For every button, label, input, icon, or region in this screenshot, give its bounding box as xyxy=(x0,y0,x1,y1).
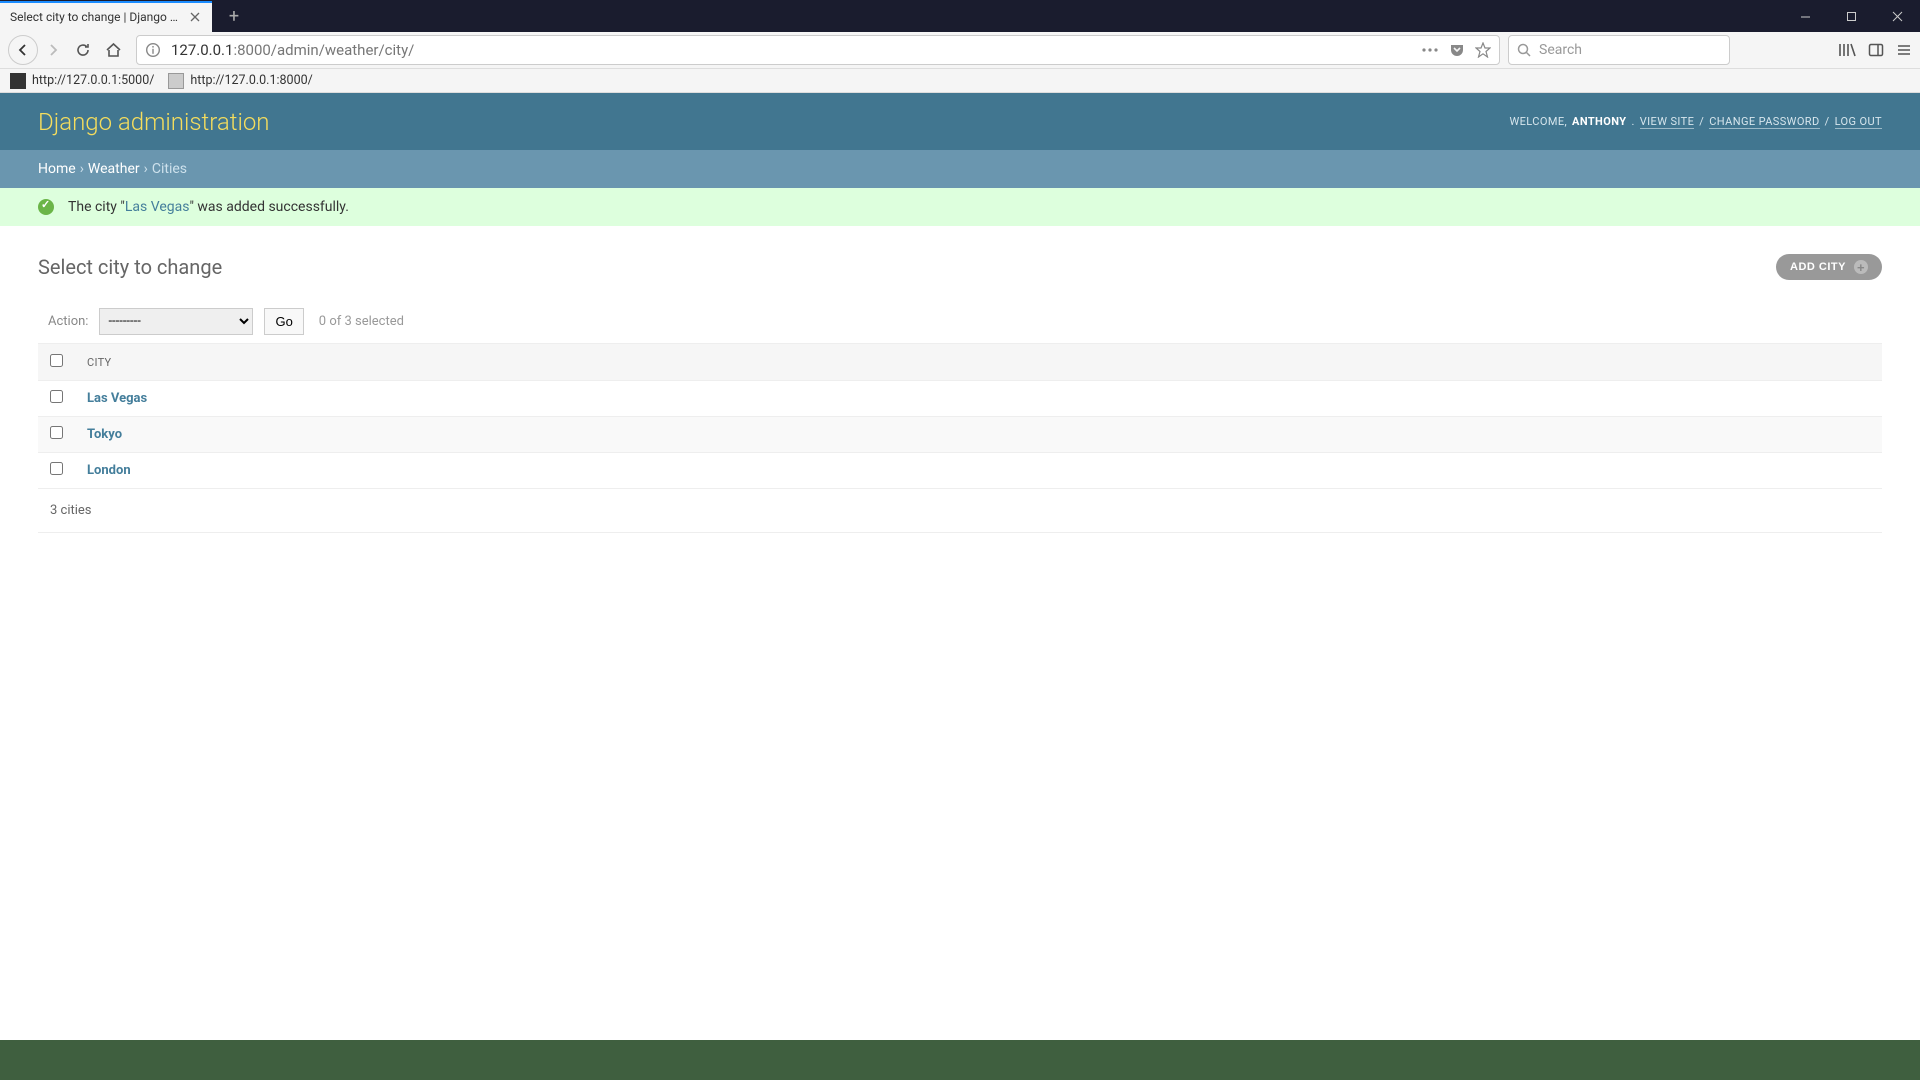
plus-icon: + xyxy=(1854,260,1868,274)
row-link[interactable]: London xyxy=(87,463,131,478)
browser-tab[interactable]: Select city to change | Django site a xyxy=(0,1,212,32)
menu-icon[interactable] xyxy=(1896,42,1912,58)
success-message: The city "Las Vegas" was added successfu… xyxy=(0,188,1920,226)
user-links: WELCOME, ANTHONY. VIEW SITE / CHANGE PAS… xyxy=(1510,115,1883,129)
bookmark-label: http://127.0.0.1:5000/ xyxy=(32,73,154,88)
row-link[interactable]: Las Vegas xyxy=(87,391,147,406)
logout-link[interactable]: LOG OUT xyxy=(1835,115,1882,129)
table-row: London xyxy=(38,453,1882,489)
row-checkbox[interactable] xyxy=(50,426,63,439)
window-maximize-button[interactable] xyxy=(1828,0,1874,32)
url-host: 127.0.0.1 xyxy=(171,41,233,59)
action-label: Action: xyxy=(48,314,88,329)
breadcrumb-current: Cities xyxy=(152,161,187,177)
nav-home-button[interactable] xyxy=(98,35,128,65)
bookmark-label: http://127.0.0.1:8000/ xyxy=(190,73,312,88)
add-city-button[interactable]: ADD CITY + xyxy=(1776,254,1882,280)
page-actions-icon[interactable] xyxy=(1421,42,1439,58)
bookmark-favicon-icon xyxy=(10,73,26,89)
result-count: 3 cities xyxy=(38,489,1882,533)
table-row: Tokyo xyxy=(38,417,1882,453)
search-bar[interactable]: Search xyxy=(1508,35,1730,65)
row-checkbox[interactable] xyxy=(50,462,63,475)
pocket-icon[interactable] xyxy=(1449,42,1465,58)
library-icon[interactable] xyxy=(1838,42,1856,58)
new-tab-button[interactable]: + xyxy=(222,4,246,28)
nav-forward-button[interactable] xyxy=(38,35,68,65)
select-all-checkbox[interactable] xyxy=(50,354,63,367)
browser-toolbar: 127.0.0.1:8000/admin/weather/city/ Searc… xyxy=(0,32,1920,69)
sidebar-icon[interactable] xyxy=(1868,42,1884,58)
bookmark-item[interactable]: http://127.0.0.1:8000/ xyxy=(168,73,312,89)
admin-header: Django administration WELCOME, ANTHONY. … xyxy=(0,93,1920,150)
success-icon xyxy=(38,199,54,215)
tab-title: Select city to change | Django site a xyxy=(10,10,182,24)
view-site-link[interactable]: VIEW SITE xyxy=(1640,115,1695,129)
username: ANTHONY xyxy=(1572,115,1626,128)
close-tab-icon[interactable] xyxy=(188,10,202,24)
bookmark-bar: http://127.0.0.1:5000/ http://127.0.0.1:… xyxy=(0,69,1920,93)
breadcrumb-app[interactable]: Weather xyxy=(88,161,140,177)
url-path: :8000/admin/weather/city/ xyxy=(233,41,414,59)
add-button-label: ADD CITY xyxy=(1790,261,1846,273)
window-minimize-button[interactable] xyxy=(1782,0,1828,32)
action-select[interactable]: --------- xyxy=(99,308,253,335)
search-placeholder: Search xyxy=(1539,42,1582,58)
column-header-city[interactable]: CITY xyxy=(75,344,1882,381)
nav-reload-button[interactable] xyxy=(68,35,98,65)
row-link[interactable]: Tokyo xyxy=(87,427,122,442)
site-title[interactable]: Django administration xyxy=(38,108,270,136)
welcome-text: WELCOME, xyxy=(1510,115,1568,128)
bookmark-star-icon[interactable] xyxy=(1475,42,1491,58)
changelist-table: CITY Las Vegas Tokyo London xyxy=(38,343,1882,489)
breadcrumb-home[interactable]: Home xyxy=(38,161,76,177)
row-checkbox[interactable] xyxy=(50,390,63,403)
message-object-link[interactable]: Las Vegas xyxy=(125,199,190,215)
bookmark-favicon-icon xyxy=(168,73,184,89)
go-button[interactable]: Go xyxy=(264,308,303,335)
window-close-button[interactable] xyxy=(1874,0,1920,32)
titlebar: Select city to change | Django site a + xyxy=(0,0,1920,32)
bookmark-item[interactable]: http://127.0.0.1:5000/ xyxy=(10,73,154,89)
change-password-link[interactable]: CHANGE PASSWORD xyxy=(1709,115,1819,129)
page-heading: Select city to change xyxy=(38,255,222,279)
table-row: Las Vegas xyxy=(38,381,1882,417)
breadcrumb: Home › Weather › Cities xyxy=(0,150,1920,188)
taskbar xyxy=(0,1040,1920,1080)
selection-count: 0 of 3 selected xyxy=(319,314,404,329)
nav-back-button[interactable] xyxy=(8,35,38,65)
url-bar[interactable]: 127.0.0.1:8000/admin/weather/city/ xyxy=(136,35,1500,65)
